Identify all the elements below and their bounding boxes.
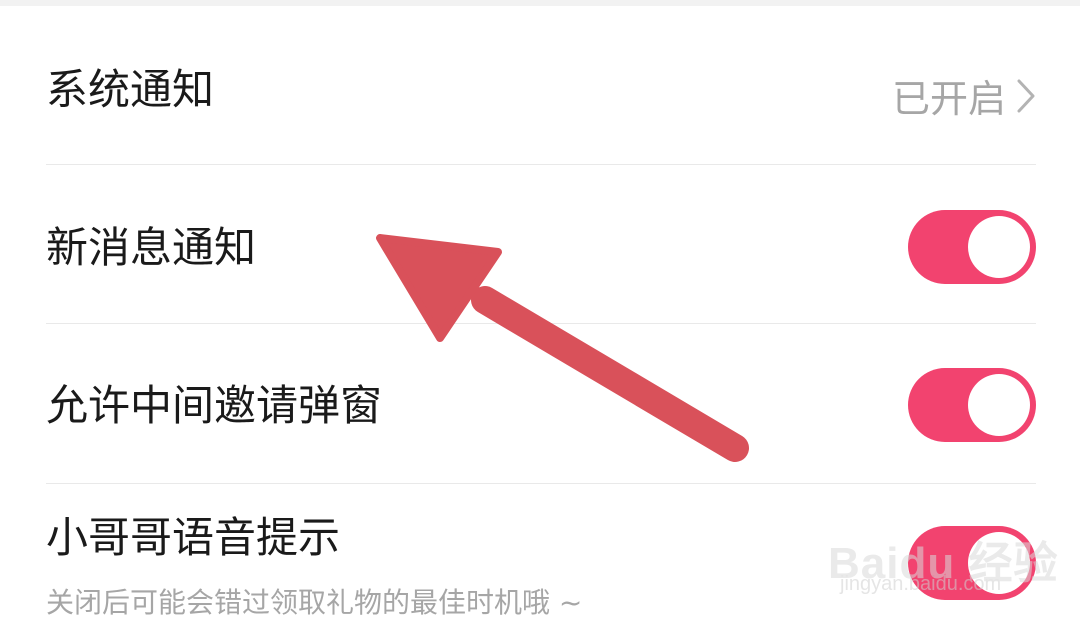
- status-group: 已开启: [892, 68, 1036, 123]
- toggle-knob: [968, 532, 1030, 594]
- top-divider: [0, 0, 1080, 6]
- new-message-toggle[interactable]: [908, 210, 1036, 284]
- chevron-right-icon: [1016, 78, 1036, 114]
- status-text: 已开启: [891, 77, 1006, 121]
- settings-row-voice-prompt: 小哥哥语音提示 关闭后可能会错过领取礼物的最佳时机哦 ~: [46, 508, 1036, 620]
- row-description: 关闭后可能会错过领取礼物的最佳时机哦 ~: [46, 586, 583, 619]
- divider: [46, 483, 1036, 484]
- settings-row-new-message-notification: 新消息通知: [46, 210, 1036, 290]
- toggle-knob: [968, 374, 1030, 436]
- row-label: 系统通知: [46, 65, 215, 114]
- row-label: 新消息通知: [46, 223, 257, 272]
- settings-row-invite-popup: 允许中间邀请弹窗: [46, 368, 1036, 448]
- toggle-knob: [968, 216, 1030, 278]
- voice-prompt-toggle[interactable]: [908, 526, 1036, 600]
- row-label: 小哥哥语音提示: [46, 513, 341, 562]
- divider: [46, 164, 1036, 165]
- invite-popup-toggle[interactable]: [908, 368, 1036, 442]
- row-label: 允许中间邀请弹窗: [46, 381, 383, 430]
- settings-row-system-notification[interactable]: 系统通知 已开启: [46, 60, 1036, 123]
- divider: [46, 323, 1036, 324]
